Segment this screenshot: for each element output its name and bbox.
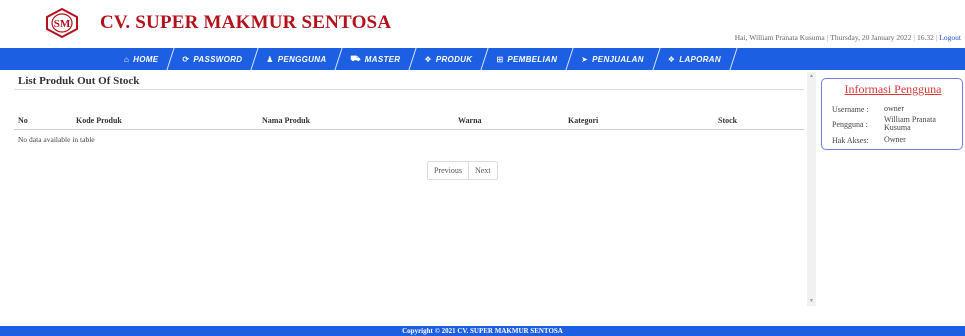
- company-logo: SM: [46, 8, 78, 38]
- page-title: List Produk Out Of Stock: [18, 75, 140, 87]
- table-row: No data available in table: [14, 130, 804, 150]
- username-value: owner: [884, 104, 904, 113]
- user-info-title: Informasi Pengguna: [844, 82, 942, 96]
- main-content: List Produk Out Of Stock No Kode Produk …: [14, 72, 804, 320]
- title-divider: [14, 89, 804, 90]
- car-icon: ⛟: [350, 54, 361, 63]
- nav-item-pembelian[interactable]: ⊞ PEMBELIAN: [482, 48, 567, 70]
- home-icon: ⌂: [124, 54, 130, 64]
- next-page-button[interactable]: Next: [468, 162, 497, 179]
- user-bar: Hai, William Pranata Kusuma | Thursday, 20…: [734, 33, 961, 42]
- main-navbar: ⌂ HOME ⟳ PASSWORD ♟ PENGGUNA ⛟ MASTER ❖ PRODU…: [0, 48, 965, 70]
- nav-item-laporan[interactable]: ❖ LAPORAN: [654, 48, 731, 70]
- cubes-icon: ❖: [424, 54, 432, 64]
- content-scrollbar[interactable]: ▲ ▼: [807, 72, 816, 306]
- out-of-stock-table: No Kode Produk Nama Produk Warna Kategor…: [14, 112, 804, 149]
- hak-akses-value: Owner: [884, 135, 906, 144]
- scroll-up-arrow-icon[interactable]: ▲: [807, 72, 816, 81]
- hak-akses-label: Hak Akses: [832, 136, 867, 145]
- user-info-panel: Informasi Pengguna Username : owner Peng…: [821, 78, 963, 150]
- column-header-stock[interactable]: Stock: [714, 112, 804, 130]
- pengguna-row: Pengguna : William Pranata Kusuma: [832, 116, 956, 132]
- nav-item-master[interactable]: ⛟ MASTER: [336, 48, 410, 70]
- hak-akses-row: Hak Akses: Owner: [832, 135, 956, 146]
- logo-text: SM: [54, 18, 71, 30]
- footer: Copyright © 2021 CV. SUPER MAKMUR SENTOS…: [0, 326, 965, 336]
- pengguna-value: William Pranata Kusuma: [884, 115, 936, 132]
- column-header-nama-produk[interactable]: Nama Produk: [258, 112, 454, 130]
- header: SM CV. SUPER MAKMUR SENTOSA Hai, William…: [0, 0, 965, 48]
- report-icon: ❖: [667, 54, 676, 64]
- tag-icon: ➤: [581, 54, 589, 64]
- refresh-icon: ⟳: [182, 54, 190, 64]
- column-header-kategori[interactable]: Kategori: [564, 112, 714, 130]
- cart-icon: ⊞: [496, 54, 504, 64]
- username-row: Username : owner: [832, 104, 956, 115]
- nav-item-produk[interactable]: ❖ PRODUK: [410, 48, 482, 70]
- previous-page-button[interactable]: Previous: [428, 162, 468, 179]
- nav-item-pengguna[interactable]: ♟ PENGGUNA: [252, 48, 336, 70]
- pengguna-label: Pengguna: [832, 120, 864, 129]
- empty-table-message: No data available in table: [18, 135, 95, 144]
- column-header-kode-produk[interactable]: Kode Produk: [72, 112, 258, 130]
- nav-item-password[interactable]: ⟳ PASSWORD: [168, 48, 252, 70]
- column-header-warna[interactable]: Warna: [454, 112, 564, 130]
- column-header-no[interactable]: No: [14, 112, 72, 130]
- username-label: Username: [832, 105, 865, 114]
- nav-item-home[interactable]: ⌂ HOME: [110, 48, 168, 70]
- logout-link[interactable]: Logout: [939, 33, 961, 42]
- user-icon: ♟: [266, 54, 274, 64]
- table-header-row: No Kode Produk Nama Produk Warna Kategor…: [14, 112, 804, 130]
- pagination: Previous Next: [427, 161, 498, 180]
- current-date: Thursday, 20 January 2022: [830, 33, 912, 42]
- current-time: 16.32: [916, 33, 934, 42]
- nav-menu: ⌂ HOME ⟳ PASSWORD ♟ PENGGUNA ⛟ MASTER ❖ PRODU…: [110, 48, 731, 70]
- nav-item-penjualan[interactable]: ➤ PENJUALAN: [567, 48, 654, 70]
- greeting: Hai, William Pranata Kusuma: [734, 33, 825, 42]
- company-name: CV. SUPER MAKMUR SENTOSA: [100, 12, 392, 33]
- scroll-down-arrow-icon[interactable]: ▼: [807, 297, 816, 306]
